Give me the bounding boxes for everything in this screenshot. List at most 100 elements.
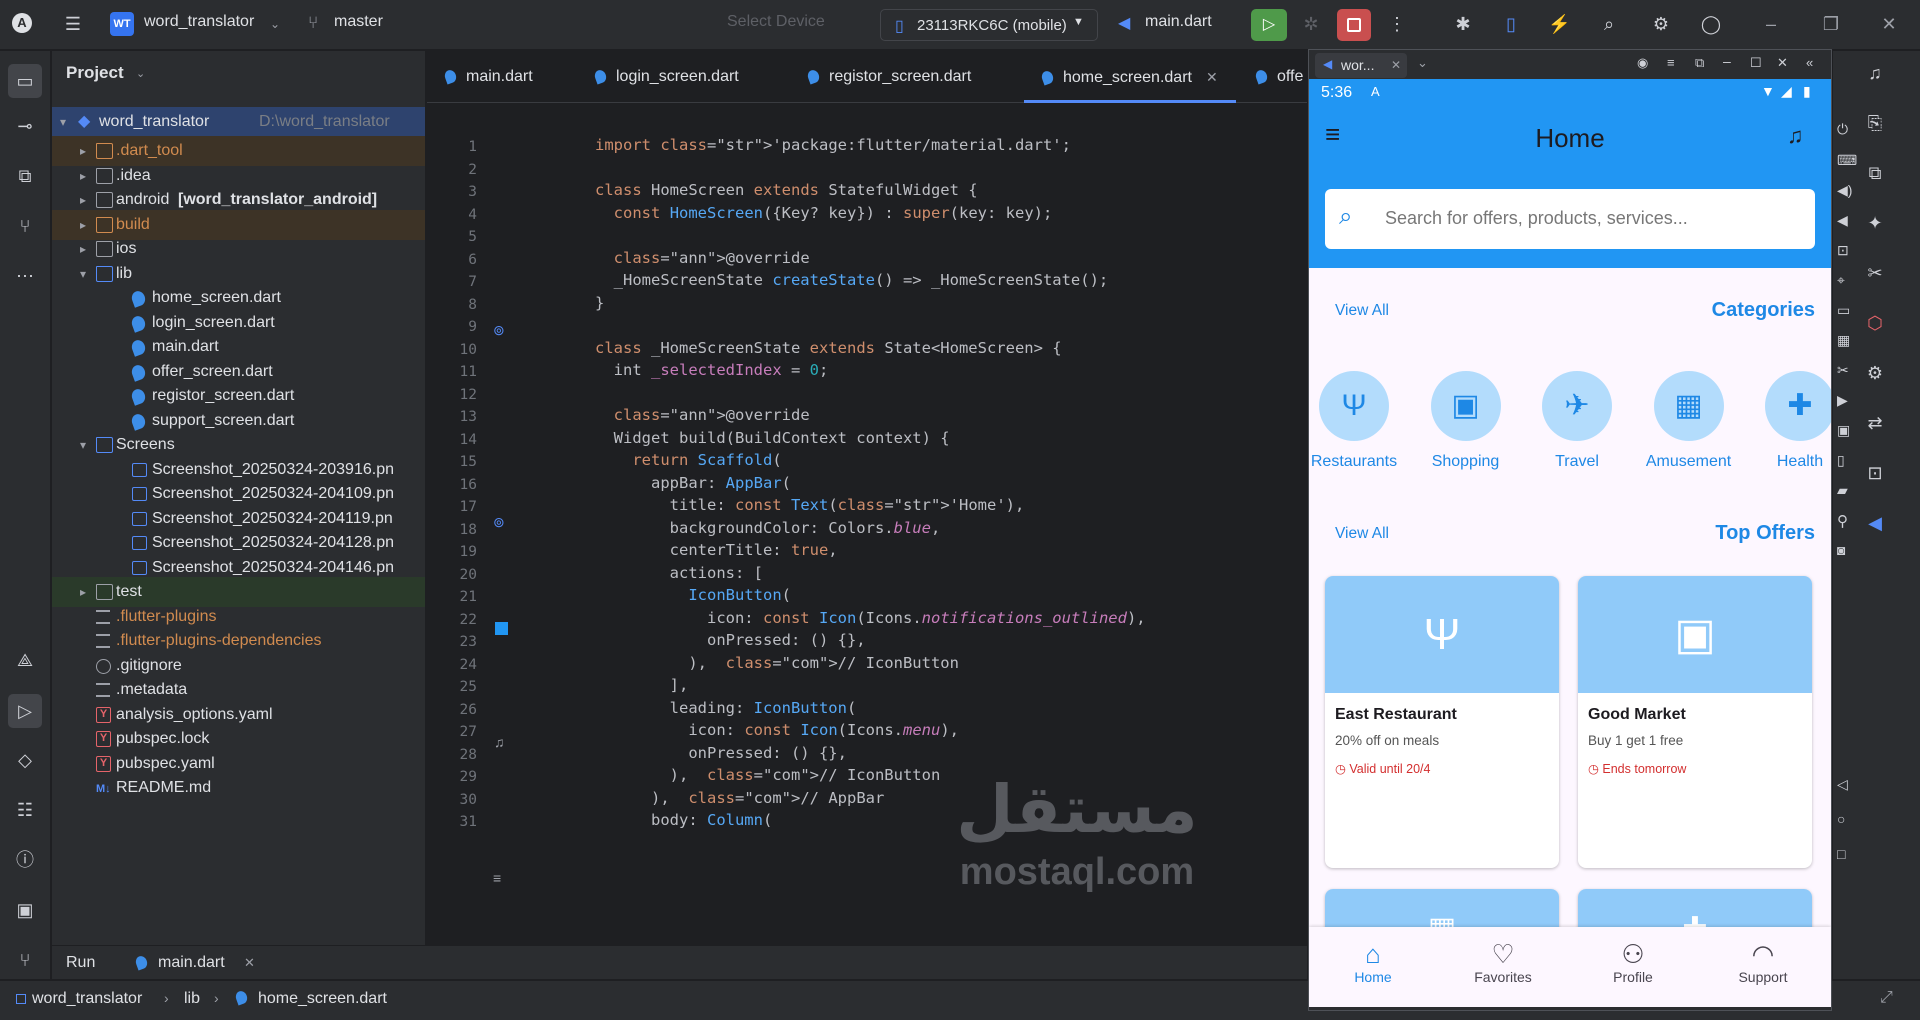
- commit-icon[interactable]: ⊸: [13, 114, 37, 138]
- device-manager-icon[interactable]: ▯: [1500, 13, 1522, 35]
- nav-item-favorites[interactable]: ♡ Favorites: [1438, 939, 1568, 985]
- color-swatch-icon[interactable]: [495, 622, 508, 635]
- folder-icon[interactable]: ▰: [1837, 482, 1848, 499]
- run-button[interactable]: ▷: [1251, 9, 1287, 41]
- minimize-icon[interactable]: –: [1723, 53, 1731, 69]
- video-icon[interactable]: ▶: [1837, 392, 1848, 409]
- home-nav-icon[interactable]: ○: [1837, 811, 1845, 827]
- app-logo-icon[interactable]: A: [12, 13, 32, 33]
- layout-inspector-icon[interactable]: ✂: [1863, 261, 1887, 285]
- debug-icon[interactable]: ✲: [1300, 13, 1322, 35]
- gradle-icon[interactable]: ⎘: [1863, 111, 1887, 135]
- close-tab-icon[interactable]: ✕: [1206, 69, 1218, 85]
- offer-card[interactable]: Ψ East Restaurant 20% off on meals ◷ Val…: [1325, 576, 1559, 868]
- tab-offer-screen[interactable]: offe: [1254, 51, 1303, 103]
- settings-gear-icon[interactable]: ⚙: [1650, 13, 1672, 35]
- map-pin-icon[interactable]: ⚲: [1837, 512, 1848, 530]
- database-inspector-icon[interactable]: ⇄: [1863, 411, 1887, 435]
- override-marker-icon[interactable]: ⊚: [493, 322, 505, 339]
- project-panel-title[interactable]: Project: [66, 63, 124, 83]
- camera-icon[interactable]: ◙: [1837, 542, 1845, 558]
- minimize-icon[interactable]: –: [1760, 13, 1782, 35]
- tab-home-screen[interactable]: home_screen.dart ✕: [1024, 51, 1236, 103]
- tablet-icon[interactable]: ▭: [1837, 302, 1850, 319]
- hot-reload-icon[interactable]: ⚡: [1548, 13, 1570, 35]
- location-icon[interactable]: ⌖: [1837, 272, 1845, 289]
- tools-icon[interactable]: ✂: [1837, 362, 1849, 379]
- close-tab-icon[interactable]: ✕: [244, 955, 255, 971]
- snapshot-icon[interactable]: ▣: [1837, 422, 1850, 439]
- category-item[interactable]: ▣ Shopping: [1416, 371, 1516, 471]
- branch-switcher[interactable]: master: [334, 13, 383, 31]
- volume-up-icon[interactable]: ◀): [1837, 182, 1852, 199]
- breadcrumb-lib[interactable]: lib: [184, 990, 200, 1008]
- tab-registor-screen[interactable]: registor_screen.dart: [806, 51, 971, 103]
- back-nav-icon[interactable]: ◁: [1837, 776, 1848, 793]
- close-window-icon[interactable]: ✕: [1878, 13, 1900, 35]
- restore-icon[interactable]: ❐: [1820, 13, 1842, 35]
- project-switcher[interactable]: word_translator: [144, 13, 254, 31]
- breadcrumb-project[interactable]: word_translator: [32, 990, 142, 1008]
- volume-down-icon[interactable]: ◀: [1837, 212, 1848, 229]
- close-tab-icon[interactable]: ✕: [1391, 58, 1401, 72]
- resource-manager-icon[interactable]: ⚙: [1863, 361, 1887, 385]
- stop-button[interactable]: [1337, 9, 1371, 41]
- services-icon[interactable]: ◇: [13, 748, 37, 772]
- notifications-icon[interactable]: ♫: [1863, 61, 1887, 85]
- search-input[interactable]: ⌕ Search for offers, products, services.…: [1325, 189, 1815, 249]
- main-menu-icon[interactable]: ☰: [62, 13, 84, 35]
- tree-item[interactable]: M↓ README.md: [52, 773, 425, 803]
- account-icon[interactable]: ◯: [1700, 13, 1722, 35]
- version-control-icon[interactable]: ⑂: [13, 948, 37, 972]
- chevron-down-icon[interactable]: ⌄: [1417, 55, 1428, 71]
- nav-item-support[interactable]: ◠ Support: [1698, 939, 1828, 985]
- flutter-outline-icon[interactable]: ◀: [1863, 511, 1887, 535]
- keyboard-icon[interactable]: ⌨: [1837, 152, 1857, 169]
- overview-nav-icon[interactable]: □: [1837, 846, 1845, 862]
- close-icon[interactable]: ✕: [1777, 55, 1788, 71]
- tab-main-dart[interactable]: main.dart: [443, 51, 533, 103]
- override-marker-icon[interactable]: ⊚: [493, 514, 505, 531]
- offer-card[interactable]: ▣ Good Market Buy 1 get 1 free ◷ Ends to…: [1578, 576, 1812, 868]
- category-item[interactable]: ✈ Travel: [1527, 371, 1627, 471]
- screenshot-small-icon[interactable]: ⊡: [1837, 242, 1849, 259]
- more-tools-icon[interactable]: ⋯: [13, 264, 37, 288]
- device-frame-icon[interactable]: ▯: [1837, 452, 1845, 469]
- view-all-categories-link[interactable]: View All: [1335, 302, 1389, 320]
- calculator-icon[interactable]: ▦: [1837, 332, 1850, 349]
- expand-icon[interactable]: ⤢: [1880, 989, 1893, 1007]
- record-icon[interactable]: ◉: [1637, 55, 1648, 71]
- more-vertical-icon[interactable]: ⋮: [1386, 13, 1408, 35]
- flutter-inspector-icon[interactable]: ⟁: [13, 648, 37, 672]
- breadcrumb-file[interactable]: home_screen.dart: [258, 990, 387, 1008]
- problems-icon[interactable]: ⓘ: [13, 848, 37, 872]
- code-editor[interactable]: main.dart login_screen.dart registor_scr…: [427, 51, 1307, 945]
- device-explorer-icon[interactable]: ⧉: [1863, 161, 1887, 185]
- category-item[interactable]: ▦ Amusement: [1639, 371, 1739, 471]
- project-tool-icon[interactable]: ▭: [8, 64, 42, 98]
- emulator-tab[interactable]: ◀ wor... ✕: [1315, 53, 1407, 78]
- tree-root[interactable]: ▾ ◆ word_translator D:\word_translator: [52, 107, 425, 137]
- run-config-selector[interactable]: main.dart: [1145, 13, 1212, 31]
- maximize-icon[interactable]: ☐: [1750, 55, 1762, 71]
- category-item[interactable]: ✚ Health: [1750, 371, 1831, 471]
- collapse-icon[interactable]: «: [1806, 55, 1813, 70]
- terminal-icon[interactable]: ▣: [13, 898, 37, 922]
- options-icon[interactable]: ≡: [1667, 55, 1675, 70]
- power-icon[interactable]: ⏻: [1837, 121, 1848, 138]
- pull-requests-icon[interactable]: ⑂: [13, 214, 37, 238]
- gemini-icon[interactable]: ✦: [1863, 211, 1887, 235]
- run-config-tab[interactable]: main.dart: [158, 954, 225, 972]
- screenshot-icon[interactable]: ⊡: [1863, 461, 1887, 485]
- view-all-offers-link[interactable]: View All: [1335, 525, 1389, 543]
- logcat-icon[interactable]: ☷: [13, 798, 37, 822]
- structure-icon[interactable]: ⧉: [13, 164, 37, 188]
- nav-item-home[interactable]: ⌂ Home: [1309, 939, 1438, 985]
- category-item[interactable]: Ψ Restaurants: [1309, 371, 1404, 471]
- detach-icon[interactable]: ⧉: [1695, 55, 1704, 71]
- search-icon[interactable]: ⌕: [1598, 13, 1620, 35]
- notifications-outlined-icon[interactable]: ♫: [1787, 123, 1804, 149]
- device-select-placeholder[interactable]: Select Device: [727, 13, 825, 31]
- bug-icon[interactable]: ✱: [1452, 13, 1474, 35]
- nav-item-profile[interactable]: ⚇ Profile: [1568, 939, 1698, 985]
